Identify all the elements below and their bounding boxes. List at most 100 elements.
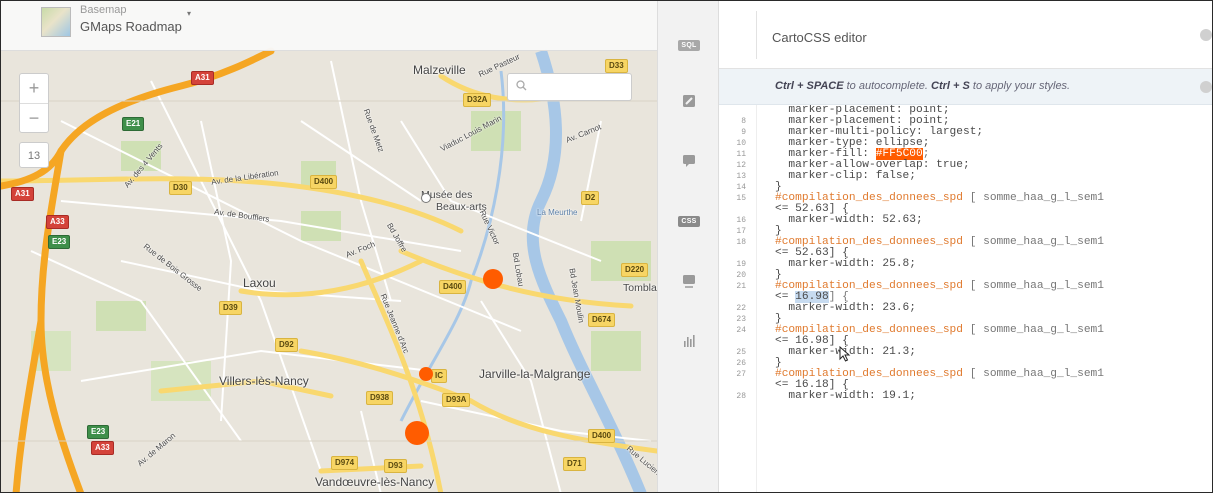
line-number: 27 <box>736 370 746 379</box>
zoom-control: + − <box>19 73 49 133</box>
css-icon: CSS <box>678 215 700 227</box>
wizard-button[interactable] <box>675 91 703 113</box>
road-badge: A31 <box>11 187 34 201</box>
hint-shortcut-apply: Ctrl + S <box>931 80 970 92</box>
code-editor[interactable]: marker-placement: point; 8 marker-placeme… <box>719 105 1212 492</box>
css-button[interactable]: CSS <box>675 210 703 232</box>
hint-text: to autocomplete. <box>843 80 932 92</box>
line-number: 9 <box>741 128 746 137</box>
basemap-caption: Basemap <box>80 4 127 16</box>
data-point-marker[interactable] <box>419 367 433 381</box>
code-line[interactable]: 13 marker-clip: false; <box>719 170 1212 182</box>
close-icon[interactable] <box>1200 81 1212 93</box>
sql-button[interactable]: SQL <box>675 34 703 56</box>
road-badge: D93 <box>384 459 407 473</box>
road-badge: A33 <box>91 441 114 455</box>
code-line[interactable]: 22 marker-width: 23.6; <box>719 302 1212 314</box>
search-input[interactable] <box>532 78 626 96</box>
road-badge: A31 <box>191 71 214 85</box>
editor-header: CartoCSS editor <box>719 1 1212 69</box>
road-badge: D71 <box>563 457 586 471</box>
road-badge: D400 <box>439 280 467 294</box>
road-badge: D2 <box>581 191 600 205</box>
line-number: 22 <box>736 304 746 313</box>
line-number: 11 <box>736 150 746 159</box>
zoom-in-button[interactable]: + <box>20 74 48 103</box>
museum-icon <box>421 193 431 203</box>
line-number: 17 <box>736 227 746 236</box>
code-line[interactable]: 19 marker-width: 25.8; <box>719 258 1212 270</box>
road-badge: E23 <box>87 425 110 439</box>
road-badge: D33 <box>605 59 628 73</box>
line-number: 25 <box>736 348 746 357</box>
legend-button[interactable] <box>675 271 703 293</box>
editor-title: CartoCSS editor <box>772 30 867 45</box>
road-badge: D400 <box>588 429 616 443</box>
road-badge: D30 <box>169 181 192 195</box>
infowindow-button[interactable] <box>675 151 703 173</box>
basemap-selector[interactable]: Basemap GMaps Roadmap ▾ <box>1 1 657 51</box>
code-text[interactable]: marker-width: 25.8; <box>775 258 916 270</box>
data-point-marker[interactable] <box>405 421 429 445</box>
road-badge: D974 <box>331 456 359 470</box>
line-number: 14 <box>736 183 746 192</box>
app-window: Malzeville Musée des Beaux-arts Laxou Vi… <box>0 0 1213 493</box>
bar-chart-icon <box>682 334 696 351</box>
road-badge: IC <box>431 369 447 383</box>
hint-shortcut-autocomplete: Ctrl + SPACE <box>775 80 844 92</box>
road-badge: D400 <box>310 175 338 189</box>
side-toolbar: SQL CSS <box>657 1 719 492</box>
line-number: 12 <box>736 161 746 170</box>
map-view[interactable]: Malzeville Musée des Beaux-arts Laxou Vi… <box>1 1 657 492</box>
line-number: 21 <box>736 282 746 291</box>
place-label: Jarville-la-Malgrange <box>479 367 591 381</box>
line-number: 20 <box>736 271 746 280</box>
map-search-box[interactable] <box>507 73 632 101</box>
charts-button[interactable] <box>675 331 703 353</box>
hint-text: to apply your styles. <box>969 80 1071 92</box>
paintbrush-icon <box>682 94 696 111</box>
road-badge: D92 <box>275 338 298 352</box>
road-badge: D220 <box>621 263 649 277</box>
legend-icon <box>682 274 696 291</box>
search-icon <box>516 80 527 94</box>
data-point-marker[interactable] <box>483 269 503 289</box>
river-label: La Meurthe <box>537 208 578 217</box>
road-badge: D674 <box>588 313 616 327</box>
basemap-name[interactable]: GMaps Roadmap <box>80 19 182 34</box>
road-badge: E23 <box>48 235 71 249</box>
road-badge: A33 <box>46 215 69 229</box>
speech-bubble-icon <box>682 154 696 171</box>
line-number: 15 <box>736 194 746 203</box>
code-line[interactable]: 28 marker-width: 19.1; <box>719 390 1212 402</box>
line-number: 28 <box>736 392 746 401</box>
line-number: 13 <box>736 172 746 181</box>
road-badge: D938 <box>366 391 394 405</box>
close-icon[interactable] <box>1200 29 1212 41</box>
line-number: 26 <box>736 359 746 368</box>
code-text[interactable]: marker-clip: false; <box>775 170 916 182</box>
code-line[interactable]: 25 marker-width: 21.3; <box>719 346 1212 358</box>
line-number: 24 <box>736 326 746 335</box>
zoom-level-indicator: 13 <box>19 142 49 168</box>
code-line[interactable]: 16 marker-width: 52.63; <box>719 214 1212 226</box>
line-number: 23 <box>736 315 746 324</box>
divider <box>756 11 757 59</box>
place-label: Vandœuvre-lès-Nancy <box>315 475 435 489</box>
editor-hint-bar: Ctrl + SPACE to autocomplete. Ctrl + S t… <box>719 69 1212 105</box>
line-number: 18 <box>736 238 746 247</box>
code-text[interactable]: marker-width: 19.1; <box>775 390 916 402</box>
road-badge: D39 <box>219 301 242 315</box>
zoom-out-button[interactable]: − <box>20 103 48 132</box>
code-text[interactable]: marker-width: 23.6; <box>775 302 916 314</box>
code-text[interactable]: marker-width: 52.63; <box>775 214 922 226</box>
cartocss-editor-panel: CartoCSS editor Ctrl + SPACE to autocomp… <box>719 1 1212 492</box>
basemap-thumbnail[interactable] <box>41 7 71 37</box>
place-label: Villers-lès-Nancy <box>219 374 309 388</box>
place-label: Laxou <box>243 276 276 290</box>
road-badge: D93A <box>442 393 471 407</box>
chevron-down-icon[interactable]: ▾ <box>187 9 191 18</box>
editor-hint: Ctrl + SPACE to autocomplete. Ctrl + S t… <box>775 80 1070 92</box>
mouse-cursor-icon <box>839 345 851 365</box>
line-number: 16 <box>736 216 746 225</box>
